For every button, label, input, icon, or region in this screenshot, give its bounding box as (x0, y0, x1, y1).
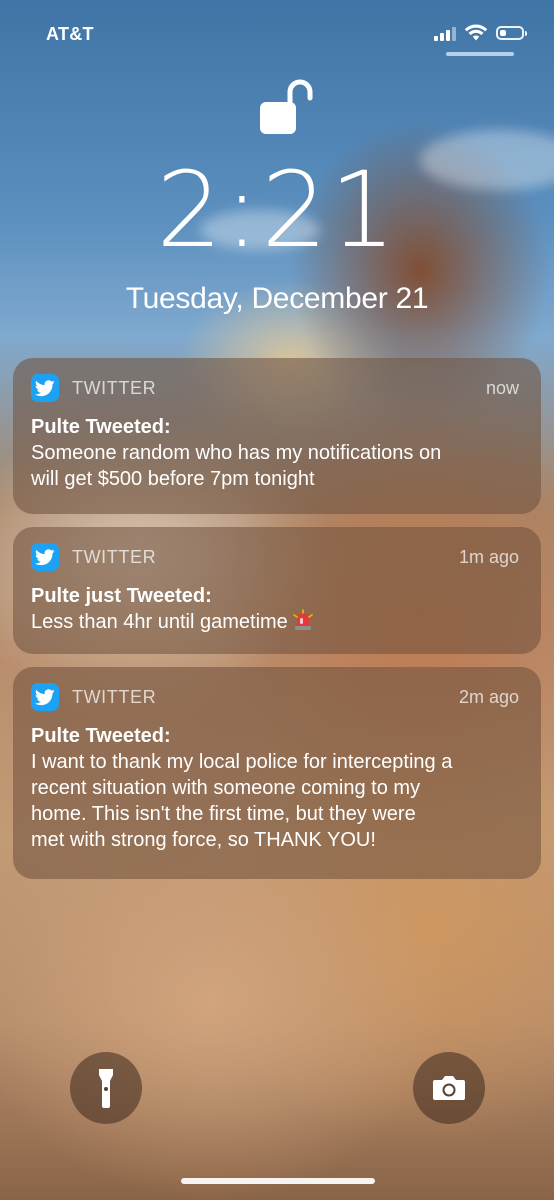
flashlight-button[interactable] (70, 1052, 142, 1124)
notification-app-name: TWITTER (72, 546, 157, 567)
signal-icon (434, 25, 456, 41)
battery-level (500, 30, 506, 36)
notification-body: I want to thank my local police for inte… (31, 751, 453, 851)
flashlight-icon (99, 1069, 113, 1108)
notification-body: Someone random who has my notifications … (31, 442, 442, 490)
clock-date: Tuesday, December 21 (125, 282, 429, 315)
twitter-app-icon (31, 374, 59, 402)
notification-title: Pulte Tweeted: (31, 725, 171, 747)
police-light-icon (293, 609, 313, 630)
wifi-icon (464, 24, 488, 41)
notification-app-name: TWITTER (72, 686, 157, 707)
notification-card[interactable]: TWITTER now Pulte Tweeted: Someone rando… (13, 358, 541, 514)
notification-title: Pulte just Tweeted: (31, 585, 212, 607)
carrier-label: AT&T (46, 24, 94, 44)
clock-time: 2:21 (156, 149, 398, 271)
notification-header: TWITTER 1m ago (31, 543, 523, 571)
notification-time: now (485, 377, 519, 398)
notification-card[interactable]: TWITTER 1m ago Pulte just Tweeted: Less … (13, 527, 541, 654)
notification-header: TWITTER now (31, 374, 523, 402)
notification-title: Pulte Tweeted: (31, 416, 171, 438)
notification-app-name: TWITTER (72, 377, 157, 398)
notification-body: Less than 4hr until gametime (31, 611, 288, 633)
camera-icon (433, 1076, 465, 1100)
camera-button[interactable] (413, 1052, 485, 1124)
unlocked-padlock-icon (260, 79, 313, 134)
twitter-app-icon (31, 543, 59, 571)
battery-icon (496, 26, 527, 40)
twitter-app-icon (31, 683, 59, 711)
control-center-indicator[interactable] (446, 52, 514, 56)
status-bar: AT&T (0, 0, 554, 60)
notification-body-row: Less than 4hr until gametime (31, 609, 523, 635)
notification-header: TWITTER 2m ago (31, 683, 523, 711)
status-icons (434, 24, 527, 42)
home-indicator[interactable] (181, 1178, 375, 1184)
notification-time: 1m ago (458, 546, 519, 567)
lock-screen: AT&T 2:21 Tuesday, December 21 TWITTER n… (0, 0, 554, 1200)
notification-card[interactable]: TWITTER 2m ago Pulte Tweeted: I want to … (13, 667, 541, 879)
notification-time: 2m ago (458, 686, 519, 707)
